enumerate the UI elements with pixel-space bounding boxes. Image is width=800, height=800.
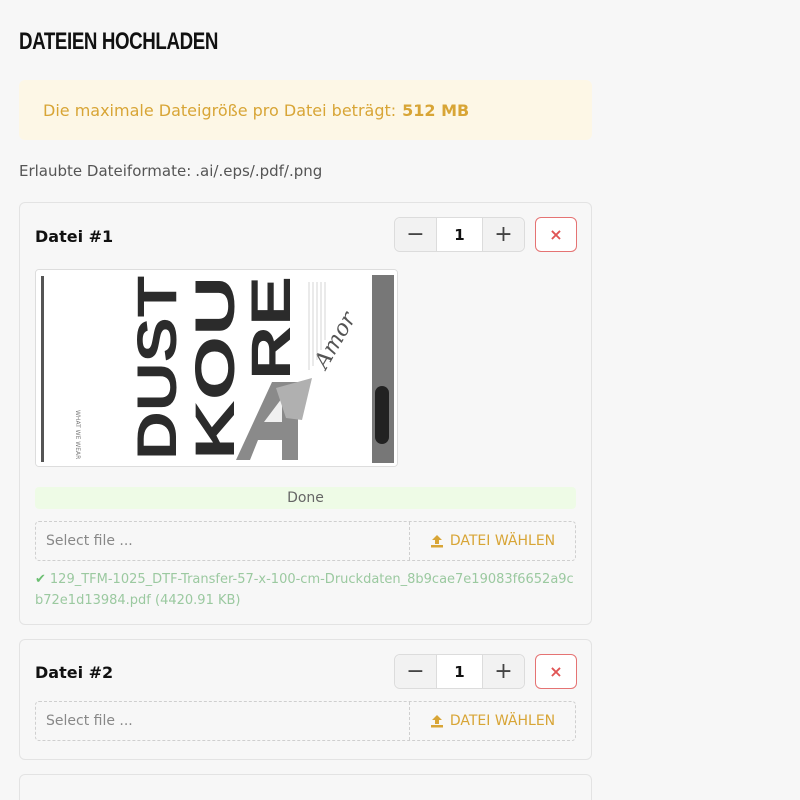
file-card-title: Datei #1	[35, 227, 114, 246]
preview-letters-3: RE	[239, 276, 302, 380]
preview-letters-2: KOU	[183, 276, 246, 460]
choose-file-button[interactable]: DATEI WÄHLEN	[409, 702, 575, 740]
decrease-quantity-button[interactable]: −	[395, 218, 437, 251]
quantity-stepper: − 1 +	[394, 654, 525, 689]
notice-size: 512 MB	[402, 100, 470, 120]
quantity-value[interactable]: 1	[437, 218, 482, 251]
file-card-title: Datei #2	[35, 663, 114, 682]
formats-label: Erlaubte Dateiformate:	[19, 162, 192, 180]
preview-image: DUST KOU RE Amor WHAT WE WEAR	[36, 270, 397, 466]
file-card-1: Datei #1 − 1 + × DUST KOU RE Amor WHAT W…	[19, 202, 592, 625]
file-preview: DUST KOU RE Amor WHAT WE WEAR	[35, 269, 398, 467]
notice-text: Die maximale Dateigröße pro Datei beträg…	[43, 100, 397, 120]
file-input[interactable]	[36, 702, 409, 740]
upload-status: Done	[287, 490, 324, 506]
choose-file-label: DATEI WÄHLEN	[449, 713, 556, 729]
preview-letters-1: DUST	[125, 276, 188, 460]
file-card-3	[19, 774, 592, 800]
close-icon: ×	[549, 225, 563, 244]
preview-side-text: WHAT WE WEAR	[74, 410, 81, 459]
decrease-quantity-button[interactable]: −	[395, 655, 437, 688]
file-picker: DATEI WÄHLEN	[35, 701, 576, 741]
quantity-value[interactable]: 1	[437, 655, 482, 688]
check-icon: ✔	[35, 572, 46, 587]
quantity-stepper: − 1 +	[394, 217, 525, 252]
file-input[interactable]	[36, 522, 409, 560]
uploaded-file-info: ✔ 129_TFM-1025_DTF-Transfer-57-x-100-cm-D…	[35, 569, 580, 611]
upload-progress: Done	[35, 487, 576, 509]
file-picker: DATEI WÄHLEN	[35, 521, 576, 561]
remove-file-button[interactable]: ×	[535, 654, 577, 689]
upload-icon	[430, 535, 443, 548]
close-icon: ×	[549, 662, 563, 681]
allowed-formats: Erlaubte Dateiformate: .ai/.eps/.pdf/.png	[19, 162, 322, 180]
file-card-2: Datei #2 − 1 + × DATEI WÄHLEN	[19, 639, 592, 760]
upload-icon	[430, 715, 443, 728]
max-size-notice: Die maximale Dateigröße pro Datei beträg…	[19, 80, 592, 140]
choose-file-label: DATEI WÄHLEN	[449, 533, 556, 549]
choose-file-button[interactable]: DATEI WÄHLEN	[409, 522, 575, 560]
remove-file-button[interactable]: ×	[535, 217, 577, 252]
increase-quantity-button[interactable]: +	[482, 655, 524, 688]
increase-quantity-button[interactable]: +	[482, 218, 524, 251]
page-title: DATEIEN HOCHLADEN	[19, 28, 218, 55]
formats-values: .ai/.eps/.pdf/.png	[195, 162, 323, 180]
uploaded-file-name: 129_TFM-1025_DTF-Transfer-57-x-100-cm-Dr…	[35, 572, 574, 608]
